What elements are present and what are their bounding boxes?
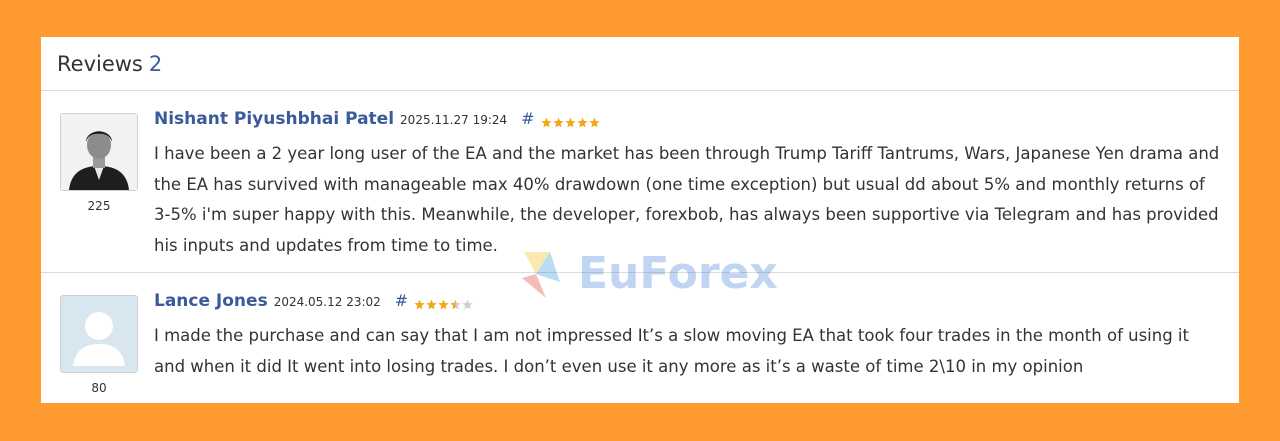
- review-author-link[interactable]: Lance Jones: [154, 291, 268, 311]
- star-rating: [414, 299, 473, 310]
- review-meta: Lance Jones 2024.05.12 23:02 #: [154, 291, 1225, 317]
- star-empty-icon: [462, 299, 473, 309]
- review-permalink[interactable]: #: [521, 109, 534, 128]
- review-text: I have been a 2 year long user of the EA…: [154, 144, 1220, 255]
- review-meta: Nishant Piyushbhai Patel 2025.11.27 19:2…: [154, 109, 1225, 135]
- star-full-icon: [589, 117, 600, 127]
- star-half-icon: [450, 299, 461, 309]
- user-photo-icon: [61, 114, 137, 190]
- review-avatar-column: 225: [59, 113, 139, 213]
- reviews-title: Reviews: [57, 51, 143, 76]
- star-full-icon: [541, 117, 552, 127]
- reviews-count: 2: [148, 51, 163, 76]
- star-rating: [541, 117, 600, 128]
- star-full-icon: [414, 299, 425, 309]
- avatar-count: 225: [87, 199, 111, 213]
- star-full-icon: [553, 117, 564, 127]
- reviews-header: Reviews 2: [41, 37, 1239, 91]
- review-item: 225 Nishant Piyushbhai Patel 2025.11.27 …: [41, 91, 1239, 273]
- star-full-icon: [565, 117, 576, 127]
- default-user-icon: [61, 296, 137, 372]
- review-text: I made the purchase and can say that I a…: [154, 326, 1189, 376]
- review-permalink[interactable]: #: [395, 291, 408, 310]
- review-date: 2024.05.12 23:02: [273, 295, 381, 309]
- review-content: Lance Jones 2024.05.12 23:02 # I made th…: [154, 291, 1225, 382]
- review-item: 80 Lance Jones 2024.05.12 23:02 # I made…: [41, 273, 1239, 403]
- review-author-link[interactable]: Nishant Piyushbhai Patel: [154, 109, 394, 129]
- avatar-count: 80: [91, 381, 107, 395]
- star-full-icon: [438, 299, 449, 309]
- review-avatar-column: 80: [59, 295, 139, 395]
- reviews-panel: Reviews 2 225 Nishant Piyushbhai Patel 2…: [41, 37, 1239, 403]
- review-content: Nishant Piyushbhai Patel 2025.11.27 19:2…: [154, 109, 1225, 261]
- star-full-icon: [426, 299, 437, 309]
- avatar[interactable]: [60, 113, 138, 191]
- avatar[interactable]: [60, 295, 138, 373]
- star-full-icon: [577, 117, 588, 127]
- review-date: 2025.11.27 19:24: [400, 113, 508, 127]
